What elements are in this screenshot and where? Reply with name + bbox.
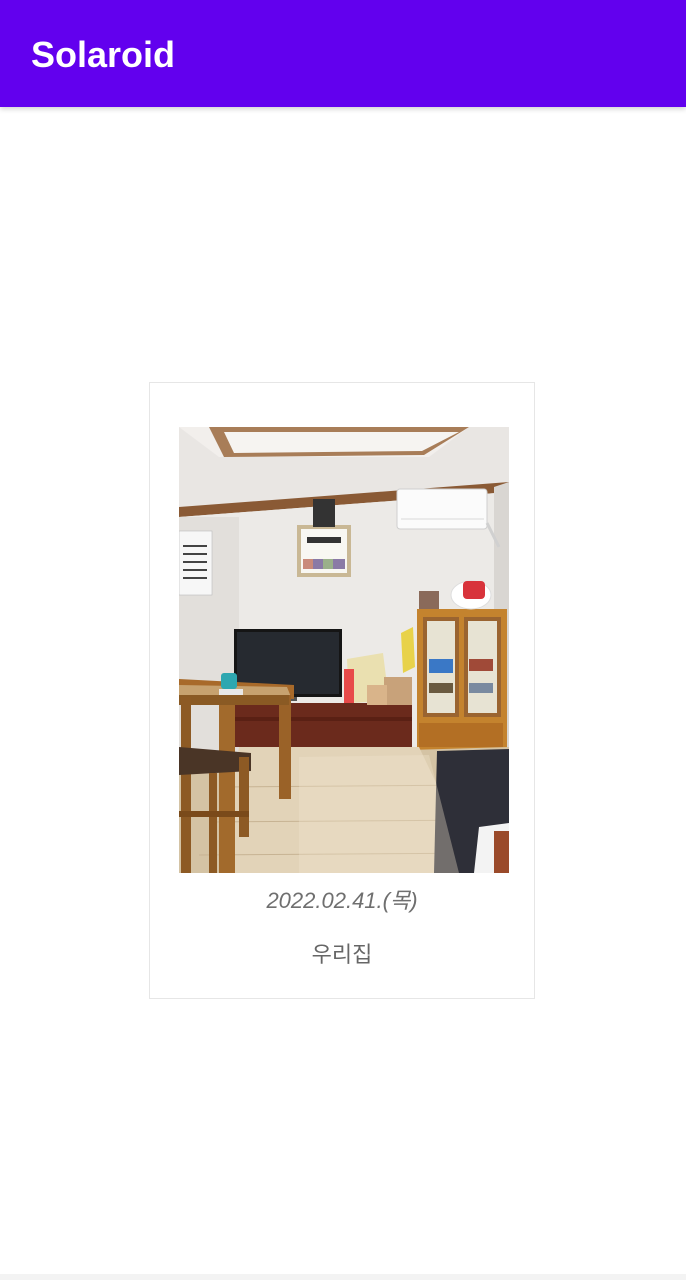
room-photo-image	[179, 427, 509, 873]
app-bar: Solaroid	[0, 0, 686, 107]
photo	[179, 427, 509, 873]
app-title: Solaroid	[31, 34, 176, 75]
photo-date: 2022.02.41.(목)	[266, 888, 418, 913]
photo-caption: 우리집	[311, 943, 373, 968]
bottom-divider	[0, 1274, 686, 1280]
polaroid-card[interactable]: 2022.02.41.(목) 우리집	[149, 382, 535, 999]
